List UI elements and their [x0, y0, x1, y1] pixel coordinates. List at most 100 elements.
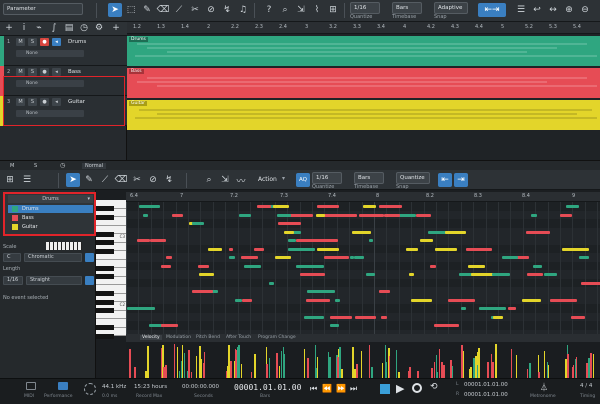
- velocity-bar[interactable]: [462, 350, 465, 378]
- zoom-tool-icon[interactable]: ⌕: [202, 173, 216, 187]
- monitor-button[interactable]: ◂: [52, 68, 61, 76]
- midi-note[interactable]: [521, 298, 542, 302]
- midi-note[interactable]: [306, 298, 329, 302]
- velocity-bar[interactable]: [266, 364, 268, 378]
- midi-note[interactable]: [543, 273, 558, 276]
- piano-black-key[interactable]: [96, 206, 114, 211]
- midi-note[interactable]: [137, 239, 150, 242]
- tab-modulation[interactable]: Modulation: [166, 335, 191, 340]
- trim-tool-icon[interactable]: ⇲: [218, 173, 232, 187]
- velocity-bar[interactable]: [341, 369, 343, 378]
- midi-note[interactable]: [416, 213, 431, 217]
- snap-grid-icon[interactable]: ⇥: [454, 173, 468, 187]
- loop-icon[interactable]: ⟲: [430, 382, 438, 392]
- list-icon[interactable]: ☰: [514, 3, 528, 17]
- arrange-view[interactable]: Drums Bass Guitar: [127, 34, 600, 160]
- split-tool-icon[interactable]: ✂: [130, 173, 144, 187]
- velocity-bar[interactable]: [388, 356, 391, 378]
- midi-note[interactable]: [234, 298, 243, 302]
- velocity-bar[interactable]: [470, 366, 472, 378]
- tab-after-touch[interactable]: After Touch: [226, 335, 251, 340]
- piano-black-key[interactable]: [96, 265, 114, 271]
- velocity-bar[interactable]: [443, 365, 445, 378]
- velocity-bar[interactable]: [238, 344, 240, 378]
- midi-note[interactable]: [527, 273, 543, 276]
- mute-tool-icon[interactable]: ⊘: [204, 3, 218, 17]
- velocity-bar[interactable]: [546, 362, 549, 378]
- midi-note[interactable]: [273, 205, 290, 208]
- midi-note[interactable]: [268, 281, 274, 285]
- velocity-bar[interactable]: [441, 361, 443, 378]
- velocity-bar[interactable]: [395, 349, 398, 378]
- piano-black-key[interactable]: [96, 274, 114, 279]
- midi-note[interactable]: [386, 213, 401, 217]
- listen-tool-icon[interactable]: ♫: [236, 3, 250, 17]
- midi-note[interactable]: [420, 239, 433, 242]
- parameter-dropdown[interactable]: Parameter: [3, 3, 83, 15]
- curve-tool-icon[interactable]: 〰: [234, 173, 248, 187]
- velocity-bar[interactable]: [329, 356, 331, 378]
- velocity-bar[interactable]: [254, 353, 256, 378]
- midi-note[interactable]: [355, 315, 376, 319]
- velocity-bar[interactable]: [473, 358, 475, 378]
- velocity-bar[interactable]: [567, 353, 569, 378]
- velocity-bar[interactable]: [147, 346, 149, 378]
- midi-note[interactable]: [362, 205, 376, 208]
- midi-note[interactable]: [467, 264, 485, 268]
- midi-note[interactable]: [559, 213, 573, 217]
- range-tool-icon[interactable]: ⬚: [124, 3, 138, 17]
- info-icon[interactable]: i: [18, 22, 30, 34]
- paint-tool-icon[interactable]: ⟋: [172, 3, 186, 17]
- piano-keyboard[interactable]: C3 C2: [96, 200, 126, 339]
- velocity-bar[interactable]: [203, 351, 206, 378]
- track-input-select[interactable]: None: [16, 50, 84, 57]
- midi-note[interactable]: [171, 213, 184, 217]
- add-icon[interactable]: +: [110, 22, 122, 34]
- velocity-bar[interactable]: [280, 350, 283, 378]
- pencil-tool-icon[interactable]: ✎: [82, 173, 96, 187]
- midi-note[interactable]: [299, 273, 326, 276]
- scale-toggle[interactable]: [85, 253, 94, 262]
- midi-note[interactable]: [324, 256, 350, 259]
- solo-button[interactable]: S: [28, 68, 37, 76]
- piano-black-key[interactable]: [96, 333, 114, 339]
- velocity-bar[interactable]: [368, 344, 371, 378]
- midi-note[interactable]: [127, 307, 156, 310]
- midi-note[interactable]: [276, 213, 291, 217]
- midi-note[interactable]: [208, 247, 223, 251]
- velocity-bar[interactable]: [515, 354, 518, 378]
- velocity-bar[interactable]: [417, 371, 419, 378]
- editor-quantize-dropdown[interactable]: 1/16: [312, 172, 342, 184]
- midi-note[interactable]: [244, 264, 261, 268]
- midi-note[interactable]: [275, 256, 292, 259]
- midi-note[interactable]: [523, 256, 530, 259]
- velocity-bar[interactable]: [188, 349, 190, 378]
- midi-note[interactable]: [228, 247, 234, 251]
- midi-note[interactable]: [191, 290, 213, 293]
- forward-end-icon[interactable]: ⏭: [350, 384, 357, 394]
- piano-black-key[interactable]: [96, 291, 114, 296]
- tab-program-change[interactable]: Program Change: [258, 335, 296, 340]
- midi-note[interactable]: [303, 315, 325, 319]
- midi-note[interactable]: [334, 298, 341, 302]
- velocity-bar[interactable]: [230, 360, 232, 378]
- velocity-bar[interactable]: [134, 366, 136, 378]
- timebase-dropdown[interactable]: Bars: [392, 2, 422, 14]
- midi-note[interactable]: [435, 247, 457, 251]
- tab-velocity[interactable]: Velocity: [140, 335, 162, 340]
- velocity-bar[interactable]: [371, 366, 373, 378]
- velocity-bar[interactable]: [487, 362, 489, 378]
- velocity-bar[interactable]: [234, 349, 237, 378]
- bass-event[interactable]: Bass: [127, 68, 600, 98]
- record-button[interactable]: ●: [40, 38, 49, 46]
- piano-black-key[interactable]: [96, 231, 114, 237]
- midi-note[interactable]: [531, 213, 537, 217]
- scroll-icon[interactable]: ↔: [546, 3, 560, 17]
- velocity-bar[interactable]: [461, 344, 463, 378]
- velocity-bar[interactable]: [183, 353, 186, 378]
- velocity-bar[interactable]: [240, 364, 243, 378]
- midi-note[interactable]: [526, 230, 550, 234]
- snap-dropdown[interactable]: Adaptive: [434, 2, 468, 14]
- midi-note[interactable]: [430, 264, 437, 268]
- velocity-bar[interactable]: [360, 351, 363, 378]
